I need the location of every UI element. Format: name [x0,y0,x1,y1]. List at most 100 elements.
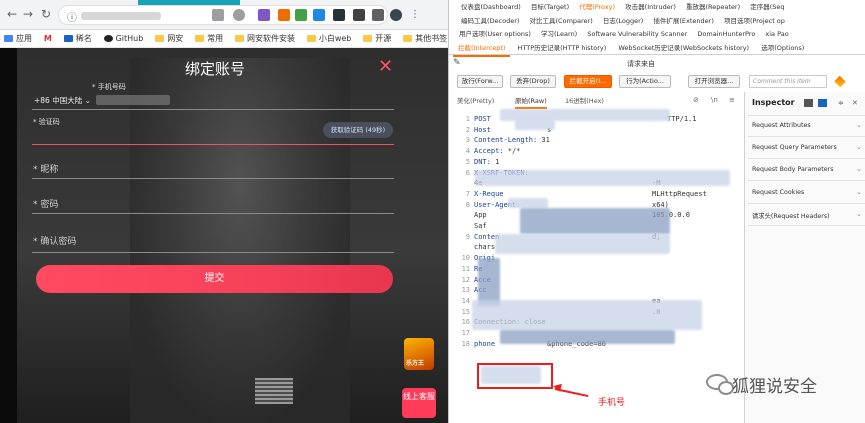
drop-button[interactable]: 丢弃(Drop) [510,75,556,88]
bookmark-item[interactable]: 小白web [303,30,357,47]
settings-icon[interactable]: ≑ [838,99,844,107]
online-service-button[interactable]: 线上客服 [402,388,436,418]
tab-extender[interactable]: 插件扩展(Extender) [649,16,718,26]
bookmark-item[interactable]: 稀名 [60,30,97,47]
tab-user-options[interactable]: 用户选项(User options) [455,29,535,39]
chevron-down-icon[interactable]: ⌄ [856,210,862,218]
tab-comparer[interactable]: 对比工具(Comparer) [526,16,597,26]
tab-pretty[interactable]: 美化(Pretty) [457,95,494,107]
extension-icon[interactable] [278,9,290,21]
layout-icon[interactable] [818,99,827,107]
intercept-toggle-button[interactable]: 拦截开启(I... [564,75,612,88]
tab-intercept[interactable]: 拦截(Intercept) [453,42,511,57]
request-line[interactable]: 10Origi [457,253,753,263]
close-icon[interactable]: ✕ [852,99,858,107]
extension-icon[interactable] [333,9,345,21]
inspector-item-body-params[interactable]: Request Body Parameters [752,166,834,173]
star-icon[interactable] [233,9,245,21]
ad-badge[interactable]: 乐方王 [404,338,434,370]
tab-raw[interactable]: 原始(Raw) [515,95,547,109]
chevron-down-icon[interactable]: ⌄ [856,165,862,173]
pencil-icon[interactable]: ✎ [453,58,461,68]
tab-logger[interactable]: 日志(Logger) [599,16,647,26]
hide-icon[interactable]: ⊘ [693,96,699,104]
share-icon[interactable] [212,9,224,21]
open-browser-button[interactable]: 打开浏览器... [688,75,740,88]
request-line[interactable]: 12Acce [457,275,753,285]
tab-project-options[interactable]: 项目选项(Project op [720,16,789,26]
bookmark-item[interactable]: 网安软件安装 [231,30,300,47]
bookmark-item[interactable]: GitHub [100,30,149,47]
avatar[interactable] [390,9,402,21]
layout-icon[interactable] [804,99,813,107]
bookmark-item[interactable]: 其他书签 [399,30,448,47]
tab-learn[interactable]: 学习(Learn) [537,29,581,39]
tab-dashboard[interactable]: 仪表盘(Dashboard) [457,2,525,12]
nickname-input[interactable]: * 昵称 [33,162,58,175]
tab-http-history[interactable]: HTTP历史记录(HTTP history) [513,42,612,55]
password-underline [32,213,394,214]
tab-xiapao[interactable]: xia Pao [761,29,792,39]
back-icon[interactable]: ← [4,6,20,22]
extension-icon[interactable] [313,9,325,21]
chevron-down-icon[interactable]: ⌄ [856,188,862,196]
menu-dots-icon[interactable]: ⋮ [410,9,422,21]
highlight-icon[interactable] [834,75,846,88]
extension-icon[interactable] [295,9,307,21]
tab-websockets-history[interactable]: WebSocket历史记录(WebSockets history) [613,42,754,55]
bookmark-item[interactable]: 应用 [0,30,37,47]
tab-proxy[interactable]: 代理(Proxy) [575,2,619,12]
close-icon[interactable]: ✕ [378,56,393,77]
menu-icon[interactable]: ≡ [729,96,735,104]
tab-intruder[interactable]: 攻击器(Intruder) [621,2,680,12]
tab-vuln-scanner[interactable]: Software Vulnerability Scanner [583,29,691,39]
country-code-select[interactable]: +86 中国大陆 ⌄ [34,95,91,106]
inspector-item-cookies[interactable]: Request Cookies [752,189,804,196]
tab-options[interactable]: 选项(Options) [756,42,809,55]
bookmark-item[interactable]: 开源 [359,30,396,47]
code-input[interactable] [32,144,394,145]
phone-input-redacted[interactable] [96,95,170,105]
message-view-tabs: 美化(Pretty) 原始(Raw) 16进制(Hex) [457,95,743,109]
request-line[interactable]: 5 DNT: 1 [457,157,753,167]
url-redacted [81,12,161,20]
tab-target[interactable]: 目标(Target) [527,2,573,12]
tab-decoder[interactable]: 编码工具(Decoder) [457,16,523,26]
forward-button[interactable]: 放行(Forw... [457,75,503,88]
bookmark-item[interactable]: 网安 [151,30,188,47]
sidebar-icon[interactable] [372,9,384,21]
request-line[interactable]: 4 Accept: */* [457,146,753,156]
request-line[interactable]: 11Re [457,264,753,274]
request-line[interactable]: 7 X-Reque MLHttpRequest [457,189,753,199]
reload-icon[interactable]: ↻ [38,6,54,22]
inspector-item-attributes[interactable]: Request Attributes [752,122,811,129]
inspector-item-headers[interactable]: 请求头(Request Headers) [752,211,830,220]
browser-toolbar: ← → ↻ ⓘ ⋮ [0,0,448,30]
header-name: X-Reque [474,189,504,198]
chevron-down-icon[interactable]: ⌄ [856,143,862,151]
request-line[interactable]: 3 Content-Length: 31 [457,135,753,145]
tab-hex[interactable]: 16进制(Hex) [565,95,604,107]
bookmark-item[interactable]: M [40,30,57,47]
inspector-item-query-params[interactable]: Request Query Parameters [752,144,837,151]
extension-icon[interactable] [258,9,270,21]
forward-icon[interactable]: → [20,6,36,22]
line-number: 13 [461,286,470,295]
header-name: Accept: [474,147,504,156]
tab-sequencer[interactable]: 定序器(Seq [746,2,788,12]
action-button[interactable]: 行为(Actio... [619,75,671,88]
tab-repeater[interactable]: 重放器(Repeater) [682,2,744,12]
password-input[interactable]: * 密码 [33,197,58,210]
confirm-password-input[interactable]: * 确认密码 [33,234,76,247]
request-line[interactable]: 13Acc [457,285,753,295]
folder-icon [234,35,244,42]
submit-button[interactable]: 提交 [36,265,393,293]
newline-icon[interactable]: \n [711,96,718,104]
get-code-button[interactable]: 获取验证码 (49秒) [323,122,393,138]
tab-domainhunter[interactable]: DomainHunterPro [693,29,759,39]
chevron-down-icon[interactable]: ⌄ [856,121,862,129]
request-line[interactable]: 2Hosts [457,125,753,135]
puzzle-icon[interactable] [353,9,365,21]
comment-input[interactable]: Comment this item [749,75,827,88]
bookmark-item[interactable]: 常用 [191,30,228,47]
